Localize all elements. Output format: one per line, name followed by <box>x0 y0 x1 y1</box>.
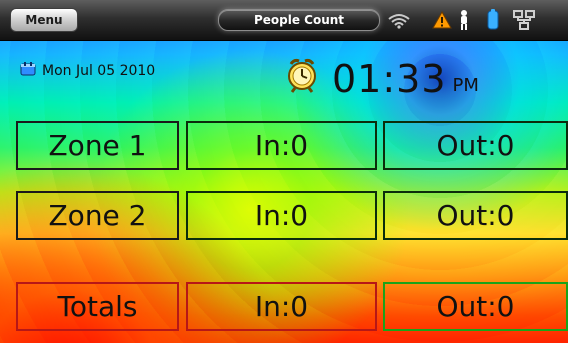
time-text: 01:33 <box>332 57 447 101</box>
ampm-text: PM <box>452 75 479 96</box>
date-text: Mon Jul 05 2010 <box>42 63 156 79</box>
clock: 01:33 PM <box>282 54 479 98</box>
calendar-icon <box>20 62 36 80</box>
zone-1-out: Out:0 <box>436 128 515 162</box>
totals-out: Out:0 <box>436 289 515 323</box>
zone-1-in: In:0 <box>254 128 309 162</box>
battery-icon[interactable] <box>484 9 502 30</box>
totals-out-box[interactable]: Out:0 <box>383 282 568 331</box>
menu-button[interactable]: Menu <box>10 8 78 32</box>
zone-2-out-box[interactable]: Out:0 <box>383 191 568 240</box>
zone-1-in-box[interactable]: In:0 <box>186 121 377 170</box>
network-icon[interactable] <box>512 10 536 30</box>
totals-label-box[interactable]: Totals <box>16 282 179 331</box>
app-title-pill: People Count <box>218 9 380 31</box>
top-bar: Menu People Count <box>0 0 568 41</box>
date-display: Mon Jul 05 2010 <box>20 62 155 80</box>
zone-2-in: In:0 <box>254 198 309 232</box>
warning-icon[interactable] <box>432 10 452 30</box>
person-icon[interactable] <box>455 10 473 30</box>
app-title: People Count <box>253 13 345 27</box>
alarm-clock-icon[interactable] <box>282 54 322 98</box>
zone-2-in-box[interactable]: In:0 <box>186 191 377 240</box>
wifi-icon[interactable] <box>386 10 412 30</box>
zone-1-label: Zone 1 <box>48 128 147 162</box>
zone-2-label-box[interactable]: Zone 2 <box>16 191 179 240</box>
totals-in-box[interactable]: In:0 <box>186 282 377 331</box>
zone-2-label: Zone 2 <box>48 198 147 232</box>
totals-label: Totals <box>57 289 138 323</box>
totals-in: In:0 <box>254 289 309 323</box>
zone-2-out: Out:0 <box>436 198 515 232</box>
zone-1-label-box[interactable]: Zone 1 <box>16 121 179 170</box>
zone-1-out-box[interactable]: Out:0 <box>383 121 568 170</box>
